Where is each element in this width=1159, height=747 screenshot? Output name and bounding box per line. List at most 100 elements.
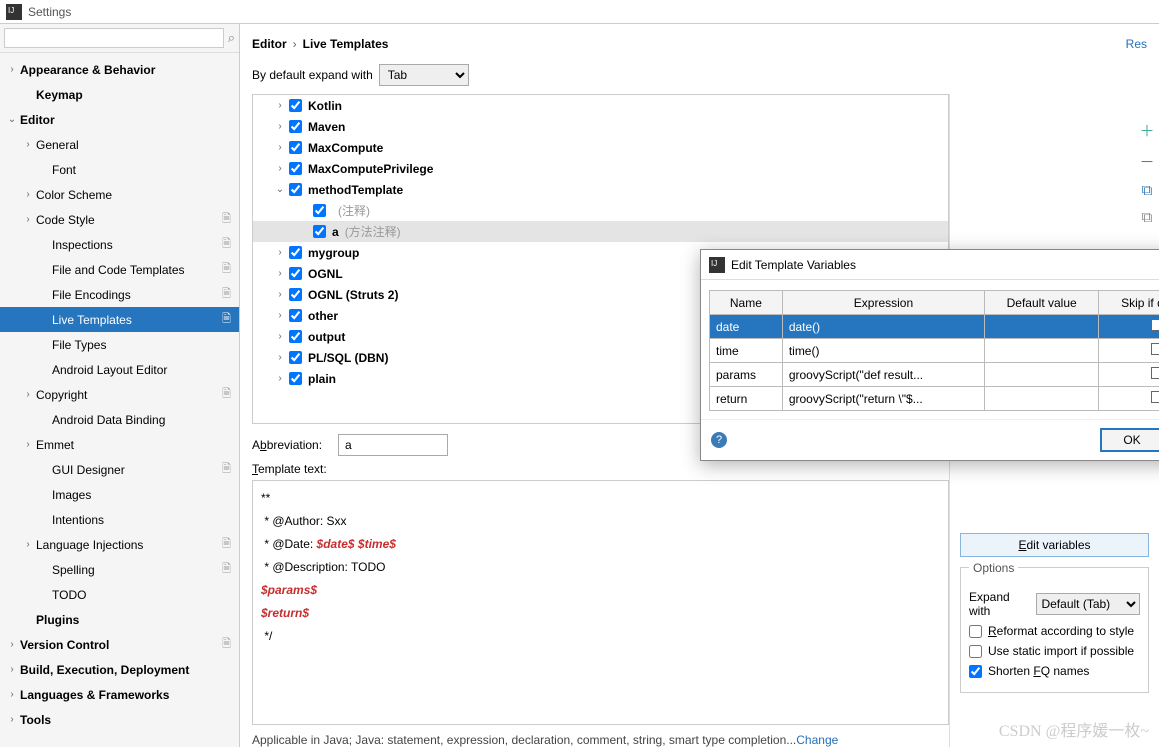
sidebar-item[interactable]: ›Version Control🗎 — [0, 632, 239, 657]
skip-checkbox[interactable] — [1151, 319, 1159, 331]
reformat-checkbox[interactable] — [969, 625, 982, 638]
project-icon: 🗎 — [222, 235, 231, 254]
table-row[interactable]: datedate() — [710, 315, 1159, 339]
sidebar-item[interactable]: Keymap — [0, 82, 239, 107]
template-checkbox[interactable] — [289, 351, 302, 364]
project-icon: 🗎 — [222, 260, 231, 279]
template-checkbox[interactable] — [289, 267, 302, 280]
chevron-icon: › — [273, 100, 287, 111]
add-icon[interactable]: ＋ — [1139, 120, 1154, 141]
skip-checkbox[interactable] — [1151, 367, 1159, 379]
template-item[interactable]: ›Kotlin — [253, 95, 948, 116]
skip-checkbox[interactable] — [1151, 343, 1159, 355]
column-header[interactable]: Default value — [985, 291, 1099, 315]
remove-icon[interactable]: － — [1139, 151, 1154, 172]
template-checkbox[interactable] — [313, 225, 326, 238]
chevron-icon: › — [273, 310, 287, 321]
sidebar-item[interactable]: Intentions — [0, 507, 239, 532]
sidebar-item[interactable]: ›Copyright🗎 — [0, 382, 239, 407]
dialog-titlebar[interactable]: Edit Template Variables ✕ — [701, 250, 1159, 280]
search-input[interactable] — [4, 28, 224, 48]
window-title: Settings — [28, 5, 71, 19]
chevron-icon: › — [273, 373, 287, 384]
sidebar-item[interactable]: GUI Designer🗎 — [0, 457, 239, 482]
settings-tree: ›Appearance & BehaviorKeymap⌄Editor›Gene… — [0, 53, 239, 736]
column-header[interactable]: Skip if defin... — [1099, 291, 1159, 315]
options-fieldset: Options Expand with Default (Tab) Reform… — [960, 567, 1149, 693]
expand-with-row: Expand with Default (Tab) — [969, 590, 1140, 618]
applicable-text: Applicable in Java; Java: statement, exp… — [252, 725, 949, 747]
sidebar-item[interactable]: ›Color Scheme — [0, 182, 239, 207]
sidebar-item[interactable]: ›Appearance & Behavior — [0, 57, 239, 82]
shorten-fq-label: Shorten FQ names — [988, 664, 1089, 678]
template-item[interactable]: a(方法注释) — [253, 221, 948, 242]
change-link[interactable]: Change — [796, 733, 838, 747]
edit-variables-button[interactable]: Edit variables — [960, 533, 1149, 557]
sidebar-item[interactable]: ›Emmet — [0, 432, 239, 457]
help-icon[interactable]: ? — [711, 432, 727, 448]
project-icon: 🗎 — [222, 285, 231, 304]
project-icon: 🗎 — [222, 385, 231, 404]
template-item[interactable]: ›Maven — [253, 116, 948, 137]
sidebar-item[interactable]: Images — [0, 482, 239, 507]
template-checkbox[interactable] — [289, 183, 302, 196]
shorten-fq-checkbox[interactable] — [969, 665, 982, 678]
sidebar-item[interactable]: TODO — [0, 582, 239, 607]
sidebar-item[interactable]: Android Layout Editor — [0, 357, 239, 382]
sidebar-item[interactable]: ⌄Editor — [0, 107, 239, 132]
default-expand-select[interactable]: Tab — [379, 64, 469, 86]
sidebar-item[interactable]: File and Code Templates🗎 — [0, 257, 239, 282]
template-item[interactable]: (注释) — [253, 200, 948, 221]
template-item[interactable]: ›MaxComputePrivilege — [253, 158, 948, 179]
chevron-icon: › — [6, 714, 18, 725]
sidebar-item[interactable]: Android Data Binding — [0, 407, 239, 432]
project-icon: 🗎 — [222, 560, 231, 579]
column-header[interactable]: Name — [710, 291, 783, 315]
template-checkbox[interactable] — [289, 99, 302, 112]
template-checkbox[interactable] — [289, 372, 302, 385]
template-checkbox[interactable] — [289, 246, 302, 259]
sidebar-item[interactable]: Spelling🗎 — [0, 557, 239, 582]
sidebar-item[interactable]: ›Tools — [0, 707, 239, 732]
template-item[interactable]: ⌄methodTemplate — [253, 179, 948, 200]
expand-with-select[interactable]: Default (Tab) — [1036, 593, 1140, 615]
table-row[interactable]: paramsgroovyScript("def result... — [710, 363, 1159, 387]
ok-button[interactable]: OK — [1100, 428, 1159, 452]
sidebar-item[interactable]: Inspections🗎 — [0, 232, 239, 257]
sidebar-item[interactable]: File Types — [0, 332, 239, 357]
template-text-label: Template text: — [252, 462, 949, 476]
sidebar-item[interactable]: File Encodings🗎 — [0, 282, 239, 307]
template-checkbox[interactable] — [289, 330, 302, 343]
table-row[interactable]: timetime() — [710, 339, 1159, 363]
template-checkbox[interactable] — [289, 120, 302, 133]
skip-checkbox[interactable] — [1151, 391, 1159, 403]
template-checkbox[interactable] — [289, 288, 302, 301]
sidebar-item[interactable]: Live Templates🗎 — [0, 307, 239, 332]
static-import-checkbox[interactable] — [969, 645, 982, 658]
sidebar-item[interactable]: ›General — [0, 132, 239, 157]
sidebar-item[interactable]: ›Language Injections🗎 — [0, 532, 239, 557]
abbreviation-input[interactable] — [338, 434, 448, 456]
template-checkbox[interactable] — [313, 204, 326, 217]
template-checkbox[interactable] — [289, 141, 302, 154]
sidebar-item[interactable]: ›Build, Execution, Deployment — [0, 657, 239, 682]
sidebar-item[interactable]: Font — [0, 157, 239, 182]
sidebar-item[interactable]: ›Languages & Frameworks — [0, 682, 239, 707]
template-checkbox[interactable] — [289, 162, 302, 175]
duplicate-icon[interactable]: ⧉ — [1142, 209, 1153, 226]
breadcrumb-editor[interactable]: Editor — [252, 37, 287, 51]
template-text-editor[interactable]: ** * @Author: Sxx * @Date: $date$ $time$… — [252, 480, 949, 725]
variables-table[interactable]: NameExpressionDefault valueSkip if defin… — [709, 290, 1159, 411]
chevron-icon: › — [22, 189, 34, 200]
sidebar-item[interactable]: Plugins — [0, 607, 239, 632]
sidebar-item[interactable]: ›Code Style🗎 — [0, 207, 239, 232]
column-header[interactable]: Expression — [782, 291, 984, 315]
chevron-icon: › — [273, 268, 287, 279]
search-icon[interactable]: ⌕ — [228, 30, 235, 46]
copy-icon[interactable]: ⧉ — [1142, 182, 1153, 199]
chevron-icon: › — [273, 247, 287, 258]
template-item[interactable]: ›MaxCompute — [253, 137, 948, 158]
table-row[interactable]: returngroovyScript("return \"$... — [710, 387, 1159, 411]
template-checkbox[interactable] — [289, 309, 302, 322]
reset-link[interactable]: Res — [1126, 37, 1147, 51]
